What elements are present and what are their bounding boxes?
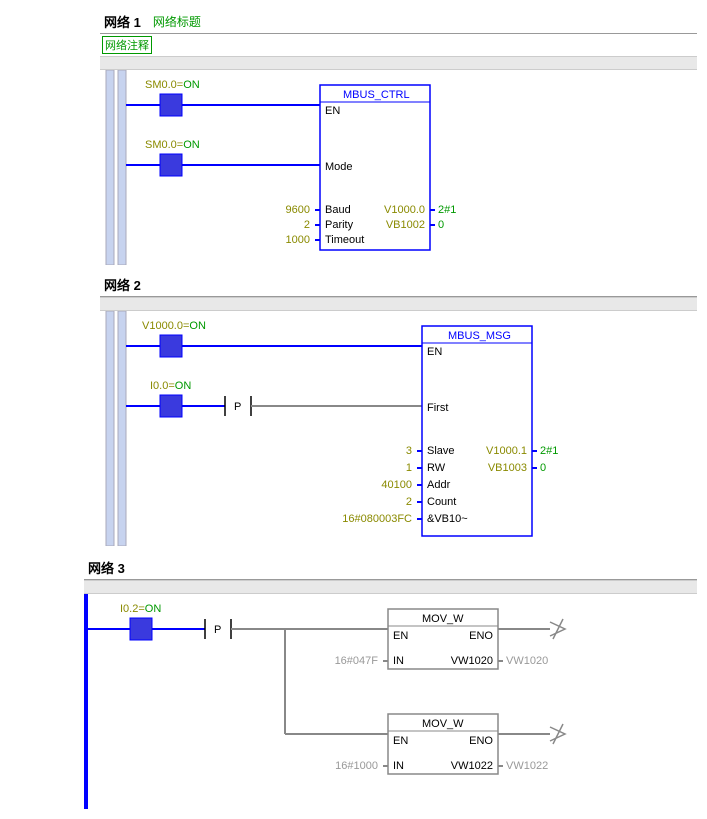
n2-block-title: MBUS_MSG <box>448 330 511 342</box>
n2-out0-val: 2#1 <box>540 445 558 457</box>
n2-ptr: &VB10~ <box>427 513 468 525</box>
n3-b1-out-val: VW1022 <box>506 760 548 772</box>
n1-block-title: MBUS_CTRL <box>343 89 410 101</box>
n1-r1-label: SM0.0= <box>145 79 183 91</box>
network-1-header: 网络 1 网络标题 <box>100 10 697 34</box>
network-2-graybar <box>100 297 697 311</box>
n2-count-v: 2 <box>406 496 412 508</box>
svg-text:SM0.0=ON: SM0.0=ON <box>145 139 200 151</box>
svg-text:I0.2=ON: I0.2=ON <box>120 603 161 615</box>
n1-out0-pin: V1000.0 <box>384 204 425 216</box>
n1-out1-val: 0 <box>438 219 444 231</box>
n1-parity-v: 2 <box>304 219 310 231</box>
n2-out1-val: 0 <box>540 462 546 474</box>
n2-out0-pin: V1000.1 <box>486 445 527 457</box>
network-2-header: 网络 2 <box>100 273 697 297</box>
network-1-diagram: SM0.0=ON SM0.0=ON MBUS_CTRL EN Mode 9600… <box>10 70 690 265</box>
n3-b0-in-v: 16#047F <box>335 655 379 667</box>
n2-out1-pin: VB1003 <box>488 462 527 474</box>
network-3-header: 网络 3 <box>84 556 697 580</box>
n3-b0-eno: ENO <box>469 630 493 642</box>
n1-r2-state: ON <box>183 139 200 151</box>
n1-r2-label: SM0.0= <box>145 139 183 151</box>
n1-parity: Parity <box>325 219 354 231</box>
n2-addr: Addr <box>427 479 451 491</box>
svg-text:SM0.0=ON: SM0.0=ON <box>145 79 200 91</box>
n2-slave: Slave <box>427 445 455 457</box>
n2-in-first: First <box>427 402 448 414</box>
n3-b1-eno: ENO <box>469 735 493 747</box>
network-2-label: 网络 2 <box>104 275 141 294</box>
n3-b1-title: MOV_W <box>422 718 464 730</box>
n1-in-mode: Mode <box>325 161 353 173</box>
n1-timeout-v: 1000 <box>286 234 310 246</box>
n2-r2-state: ON <box>175 380 192 392</box>
n1-r1-state: ON <box>183 79 200 91</box>
n2-in-en: EN <box>427 346 442 358</box>
n1-out0-val: 2#1 <box>438 204 456 216</box>
n2-count: Count <box>427 496 456 508</box>
svg-text:I0.0=ON: I0.0=ON <box>150 380 191 392</box>
n2-r1-label: V1000.0= <box>142 320 189 332</box>
n2-rw: RW <box>427 462 446 474</box>
n2-slave-v: 3 <box>406 445 412 457</box>
n2-rw-v: 1 <box>406 462 412 474</box>
n2-addr-v: 40100 <box>381 479 412 491</box>
n3-b1-en: EN <box>393 735 408 747</box>
n3-r1-state: ON <box>145 603 162 615</box>
n3-b1-out-pin: VW1022 <box>451 760 493 772</box>
n2-r1-state: ON <box>189 320 206 332</box>
n3-b0-out-val: VW1020 <box>506 655 548 667</box>
svg-text:V1000.0=ON: V1000.0=ON <box>142 320 206 332</box>
network-1-graybar <box>100 56 697 70</box>
network-3-graybar <box>84 580 697 594</box>
network-3-diagram: I0.2=ON P MOV_W EN ENO 16#047F IN VW1020… <box>10 594 707 809</box>
n3-b0-title: MOV_W <box>422 613 464 625</box>
n2-ptr-v: 16#080003FC <box>342 513 412 525</box>
network-3-label: 网络 3 <box>88 558 125 577</box>
n1-baud: Baud <box>325 204 351 216</box>
n3-b0-en: EN <box>393 630 408 642</box>
n3-b0-out-pin: VW1020 <box>451 655 493 667</box>
n3-r1-label: I0.2= <box>120 603 145 615</box>
n1-baud-v: 9600 <box>286 204 310 216</box>
n2-r2-label: I0.0= <box>150 380 175 392</box>
network-2-diagram: V1000.0=ON I0.0=ON P MBUS_MSG EN First 3… <box>10 311 690 546</box>
n1-in-en: EN <box>325 105 340 117</box>
n3-r1-edge: P <box>214 624 221 636</box>
n3-b1-in-v: 16#1000 <box>335 760 378 772</box>
n2-r2-edge: P <box>234 401 241 413</box>
n1-timeout: Timeout <box>325 234 364 246</box>
network-1-label: 网络 1 <box>104 12 141 31</box>
network-1-comment[interactable]: 网络注释 <box>102 36 152 54</box>
n1-out1-pin: VB1002 <box>386 219 425 231</box>
n3-b0-in: IN <box>393 655 404 667</box>
network-1-title-link[interactable]: 网络标题 <box>153 13 201 30</box>
n3-b1-in: IN <box>393 760 404 772</box>
